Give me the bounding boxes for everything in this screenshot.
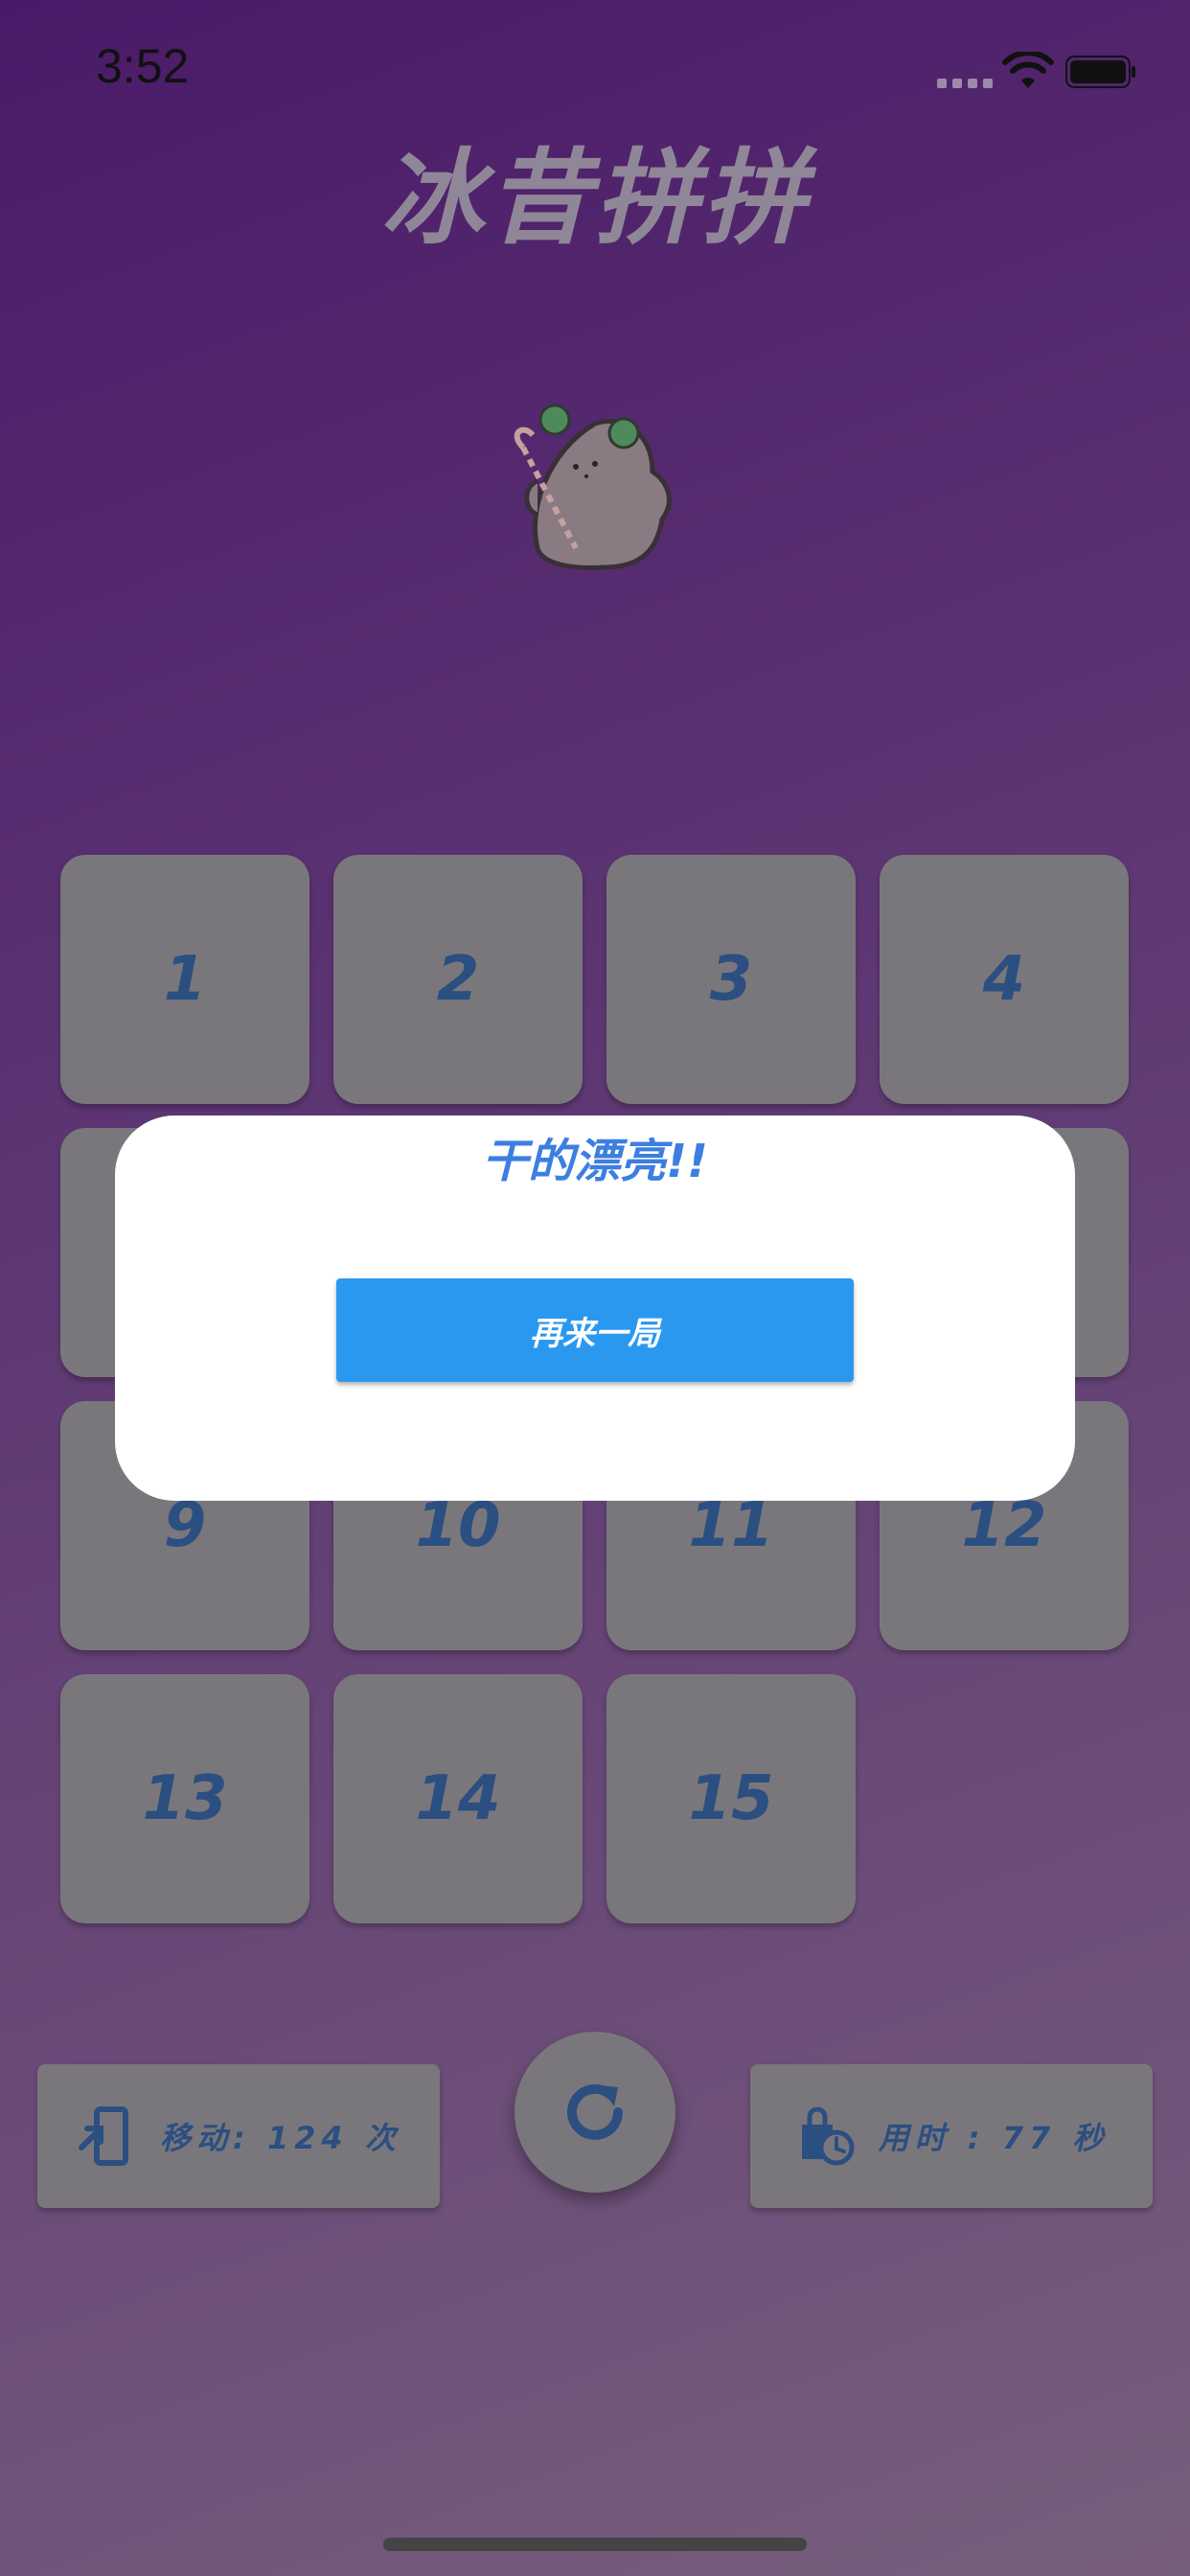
tile-number: 1 (163, 944, 207, 1015)
tile-number: 14 (415, 1763, 501, 1834)
puzzle-tile[interactable]: 2 (333, 855, 583, 1104)
tile-number: 3 (709, 944, 753, 1015)
tile-number: 4 (982, 944, 1026, 1015)
moves-counter: 移动: 124 次 (37, 2064, 440, 2208)
mascot-illustration (514, 403, 672, 570)
refresh-icon (567, 2083, 623, 2140)
puzzle-tile[interactable]: 13 (60, 1674, 309, 1923)
wifi-icon (1002, 52, 1054, 88)
time-label: 用时 : 77 秒 (878, 2120, 1110, 2156)
tile-number: 15 (688, 1763, 774, 1834)
refresh-button[interactable] (515, 2032, 675, 2193)
puzzle-tile[interactable]: 14 (333, 1674, 583, 1923)
tile-number: 11 (688, 1490, 774, 1561)
moves-label: 移动: 124 次 (160, 2120, 401, 2156)
timer-display: 用时 : 77 秒 (750, 2064, 1153, 2208)
phone-move-icon (79, 2106, 129, 2166)
puzzle-tile[interactable]: 15 (606, 1674, 856, 1923)
tile-number: 2 (436, 944, 480, 1015)
puzzle-tile[interactable]: 3 (606, 855, 856, 1104)
battery-icon (1065, 56, 1135, 88)
tile-number: 13 (142, 1763, 228, 1834)
success-dialog: 干的漂亮!! 再来一局 (115, 1116, 1075, 1501)
home-indicator[interactable] (383, 2538, 807, 2551)
signal-icon (937, 79, 993, 88)
tile-number: 12 (961, 1490, 1047, 1561)
puzzle-tile[interactable]: 1 (60, 855, 309, 1104)
tile-number: 9 (163, 1490, 207, 1561)
app-title: 冰昔拼拼 (379, 139, 810, 259)
dialog-title: 干的漂亮!! (482, 1135, 708, 1188)
play-again-button[interactable]: 再来一局 (336, 1278, 854, 1382)
status-time: 3:52 (96, 39, 190, 93)
clock-bag-icon (801, 2106, 855, 2166)
puzzle-tile[interactable]: 4 (880, 855, 1129, 1104)
tile-number: 10 (415, 1490, 501, 1561)
